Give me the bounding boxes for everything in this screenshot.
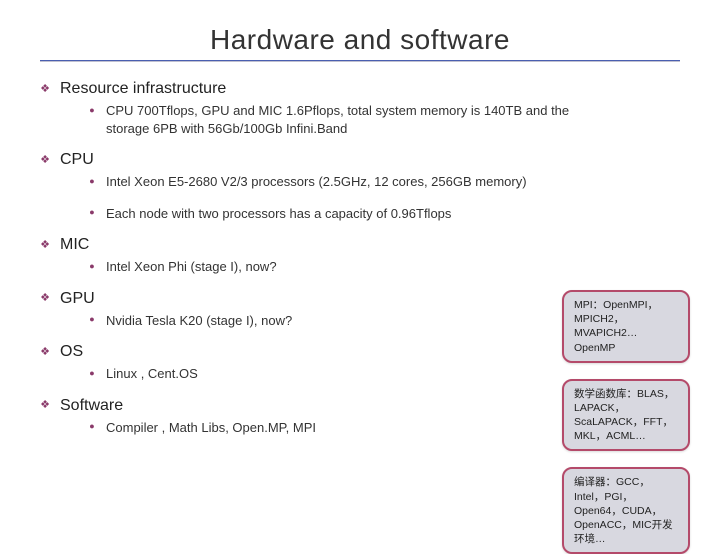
info-box-mathlibs: 数学函数库：BLAS，LAPACK，ScaLAPACK，FFT，MKL，ACML…: [562, 379, 690, 452]
dot-bullet-icon: ●: [88, 106, 96, 114]
sublist: ● Intel Xeon Phi (stage I), now?: [40, 258, 680, 276]
sublist: ● CPU 700Tflops, GPU and MIC 1.6Pflops, …: [40, 102, 680, 137]
diamond-bullet-icon: ❖: [40, 294, 50, 304]
dot-bullet-icon: ●: [88, 369, 96, 377]
section-heading: Software: [60, 397, 123, 415]
dot-bullet-icon: ●: [88, 423, 96, 431]
diamond-bullet-icon: ❖: [40, 84, 50, 94]
section-mic: ❖ MIC ● Intel Xeon Phi (stage I), now?: [40, 236, 680, 276]
slide: Hardware and software ❖ Resource infrast…: [0, 0, 720, 540]
list-item: ● Each node with two processors has a ca…: [88, 205, 680, 223]
section-row: ❖ Resource infrastructure: [40, 80, 680, 98]
content-area: ❖ Resource infrastructure ● CPU 700Tflop…: [40, 80, 680, 436]
section-heading: GPU: [60, 290, 95, 308]
section-resource: ❖ Resource infrastructure ● CPU 700Tflop…: [40, 80, 680, 137]
dot-bullet-icon: ●: [88, 209, 96, 217]
info-box-compilers: 编译器：GCC，Intel，PGI，Open64，CUDA，OpenACC，MI…: [562, 467, 690, 554]
section-cpu: ❖ CPU ● Intel Xeon E5-2680 V2/3 processo…: [40, 151, 680, 222]
dot-bullet-icon: ●: [88, 316, 96, 324]
info-box-mpi: MPI：OpenMPI，MPICH2，MVAPICH2… OpenMP: [562, 290, 690, 363]
subtext: Compiler , Math Libs, Open.MP, MPI: [106, 419, 316, 437]
subtext: Nvidia Tesla K20 (stage I), now?: [106, 312, 292, 330]
section-row: ❖ MIC: [40, 236, 680, 254]
sublist: ● Intel Xeon E5-2680 V2/3 processors (2.…: [40, 173, 680, 222]
list-item: ● CPU 700Tflops, GPU and MIC 1.6Pflops, …: [88, 102, 680, 137]
subtext: Intel Xeon E5-2680 V2/3 processors (2.5G…: [106, 173, 527, 191]
diamond-bullet-icon: ❖: [40, 401, 50, 411]
side-box-group: MPI：OpenMPI，MPICH2，MVAPICH2… OpenMP 数学函数…: [562, 290, 690, 554]
subtext: CPU 700Tflops, GPU and MIC 1.6Pflops, to…: [106, 102, 606, 137]
title-underline: [40, 60, 680, 62]
dot-bullet-icon: ●: [88, 177, 96, 185]
page-title: Hardware and software: [40, 24, 680, 56]
dot-bullet-icon: ●: [88, 262, 96, 270]
diamond-bullet-icon: ❖: [40, 240, 50, 250]
list-item: ● Intel Xeon E5-2680 V2/3 processors (2.…: [88, 173, 680, 191]
section-heading: MIC: [60, 236, 89, 254]
section-heading: OS: [60, 343, 83, 361]
section-heading: Resource infrastructure: [60, 80, 226, 98]
subtext: Linux , Cent.OS: [106, 365, 198, 383]
subtext: Each node with two processors has a capa…: [106, 205, 451, 223]
section-row: ❖ CPU: [40, 151, 680, 169]
diamond-bullet-icon: ❖: [40, 155, 50, 165]
list-item: ● Intel Xeon Phi (stage I), now?: [88, 258, 680, 276]
diamond-bullet-icon: ❖: [40, 347, 50, 357]
subtext: Intel Xeon Phi (stage I), now?: [106, 258, 277, 276]
section-heading: CPU: [60, 151, 94, 169]
